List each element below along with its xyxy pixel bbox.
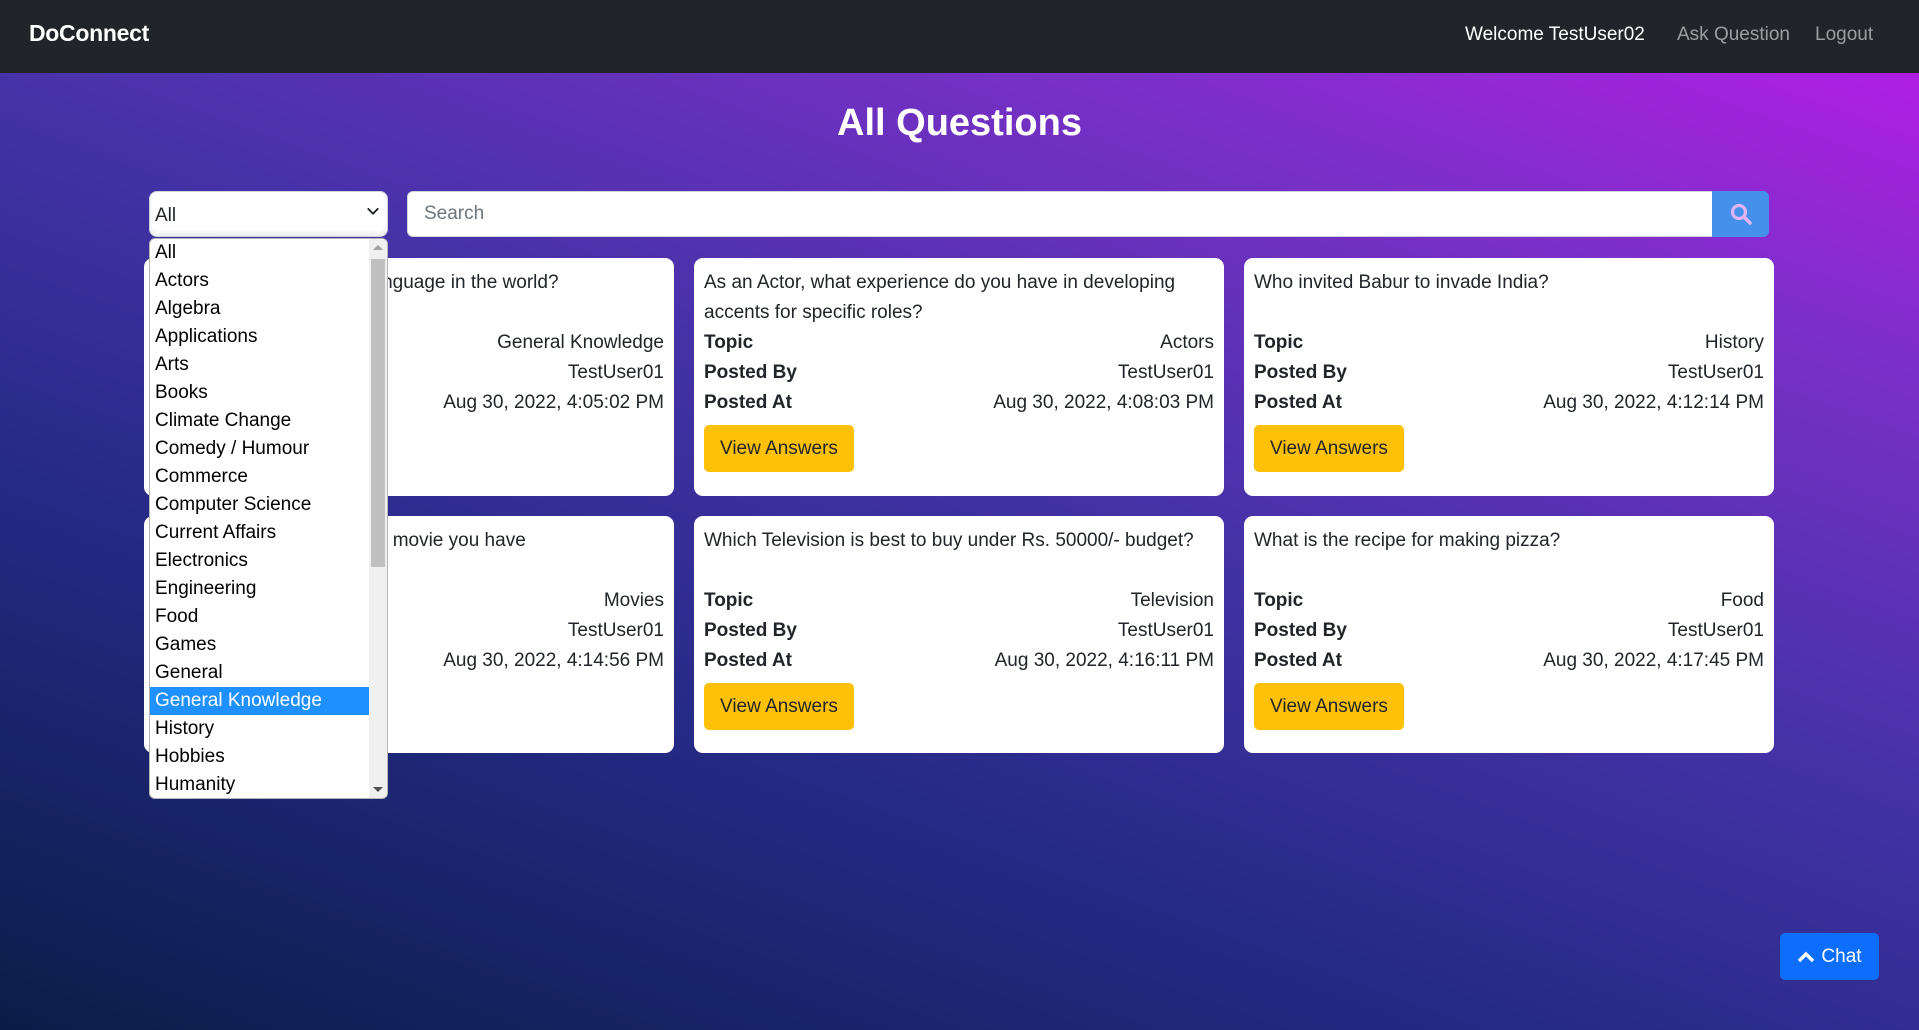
question-text: Who invited Babur to invade India? bbox=[1254, 272, 1549, 293]
view-answers-button[interactable]: View Answers bbox=[704, 425, 854, 472]
dropdown-option[interactable]: Climate Change bbox=[150, 407, 369, 435]
view-answers-button[interactable]: View Answers bbox=[1254, 683, 1404, 730]
dropdown-option[interactable]: Humanity bbox=[150, 771, 369, 798]
posted-by-label: Posted By bbox=[704, 620, 797, 641]
question-card: Who invited Babur to invade India? Topic… bbox=[1244, 258, 1774, 496]
dropdown-option[interactable]: Commerce bbox=[150, 463, 369, 491]
question-card: What is the recipe for making pizza? Top… bbox=[1244, 516, 1774, 753]
chat-button[interactable]: Chat bbox=[1780, 933, 1879, 980]
scroll-up-arrow-icon[interactable] bbox=[373, 245, 383, 250]
posted-at-row: Posted At Aug 30, 2022, 4:17:45 PM bbox=[1254, 646, 1764, 676]
topic-value: Movies bbox=[603, 590, 664, 611]
posted-at-label: Posted At bbox=[1254, 650, 1342, 671]
posted-by-row: Posted By TestUser01 bbox=[704, 616, 1214, 646]
dropdown-option[interactable]: Food bbox=[150, 603, 369, 631]
topic-dropdown-list[interactable]: All Actors Algebra Applications Arts Books Cli… bbox=[149, 238, 388, 799]
chevron-up-icon bbox=[1798, 951, 1815, 962]
posted-by-row: Posted By TestUser01 bbox=[1254, 358, 1764, 388]
posted-at-value: Aug 30, 2022, 4:08:03 PM bbox=[993, 392, 1214, 413]
search-input[interactable] bbox=[407, 191, 1713, 237]
view-answers-button[interactable]: View Answers bbox=[1254, 425, 1404, 472]
dropdown-option[interactable]: Algebra bbox=[150, 295, 369, 323]
topic-value: Television bbox=[1130, 590, 1214, 611]
dropdown-option[interactable]: Computer Science bbox=[150, 491, 369, 519]
posted-at-value: Aug 30, 2022, 4:05:02 PM bbox=[443, 392, 664, 413]
search-icon bbox=[1730, 203, 1752, 225]
view-answers-button[interactable]: View Answers bbox=[704, 683, 854, 730]
chat-label: Chat bbox=[1821, 945, 1862, 967]
posted-at-row: Posted At Aug 30, 2022, 4:08:03 PM bbox=[704, 388, 1214, 418]
logout-link[interactable]: Logout bbox=[1815, 24, 1873, 46]
dropdown-option[interactable]: Games bbox=[150, 631, 369, 659]
topic-row: Topic Food bbox=[1254, 586, 1764, 616]
dropdown-option[interactable]: All bbox=[150, 239, 369, 267]
dropdown-scrollbar[interactable] bbox=[369, 239, 387, 798]
posted-by-value: TestUser01 bbox=[567, 362, 664, 383]
topic-filter-select[interactable]: All bbox=[149, 191, 388, 237]
question-text: What is the recipe for making pizza? bbox=[1254, 530, 1561, 551]
scrollbar-thumb[interactable] bbox=[371, 259, 385, 567]
topic-label: Topic bbox=[1254, 332, 1304, 353]
topic-row: Topic Actors bbox=[704, 328, 1214, 358]
question-text: As an Actor, what experience do you have… bbox=[704, 272, 1176, 323]
page-title: All Questions bbox=[837, 102, 1082, 144]
topic-row: Topic Television bbox=[704, 586, 1214, 616]
dropdown-option[interactable]: Comedy / Humour bbox=[150, 435, 369, 463]
dropdown-options: All Actors Algebra Applications Arts Books Cli… bbox=[150, 239, 387, 798]
posted-by-row: Posted By TestUser01 bbox=[1254, 616, 1764, 646]
dropdown-option[interactable]: Books bbox=[150, 379, 369, 407]
posted-at-value: Aug 30, 2022, 4:17:45 PM bbox=[1543, 650, 1764, 671]
topic-label: Topic bbox=[1254, 590, 1304, 611]
topic-value: History bbox=[1704, 332, 1764, 353]
posted-by-value: TestUser01 bbox=[1117, 362, 1214, 383]
posted-by-value: TestUser01 bbox=[1667, 620, 1764, 641]
welcome-text: Welcome TestUser02 bbox=[1465, 24, 1645, 45]
posted-by-value: TestUser01 bbox=[1117, 620, 1214, 641]
topic-value: Food bbox=[1720, 590, 1764, 611]
posted-at-label: Posted At bbox=[1254, 392, 1342, 413]
posted-by-label: Posted By bbox=[1254, 620, 1347, 641]
brand-logo[interactable]: DoConnect bbox=[29, 20, 149, 47]
chevron-down-icon bbox=[367, 207, 379, 215]
navbar: DoConnect Welcome TestUser02 Ask Questio… bbox=[0, 0, 1919, 73]
dropdown-option[interactable]: Engineering bbox=[150, 575, 369, 603]
dropdown-option[interactable]: Applications bbox=[150, 323, 369, 351]
posted-by-label: Posted By bbox=[704, 362, 797, 383]
ask-question-link[interactable]: Ask Question bbox=[1677, 24, 1790, 46]
topic-value: General Knowledge bbox=[497, 332, 664, 353]
scroll-down-arrow-icon[interactable] bbox=[373, 787, 383, 792]
dropdown-option[interactable]: General Knowledge bbox=[150, 687, 369, 715]
question-card: As an Actor, what experience do you have… bbox=[694, 258, 1224, 496]
posted-at-label: Posted At bbox=[704, 392, 792, 413]
posted-at-value: Aug 30, 2022, 4:16:11 PM bbox=[994, 650, 1214, 671]
posted-by-label: Posted By bbox=[1254, 362, 1347, 383]
posted-by-row: Posted By TestUser01 bbox=[704, 358, 1214, 388]
topic-label: Topic bbox=[704, 332, 754, 353]
dropdown-option[interactable]: Current Affairs bbox=[150, 519, 369, 547]
question-text: Which Television is best to buy under Rs… bbox=[704, 530, 1194, 551]
topic-label: Topic bbox=[704, 590, 754, 611]
dropdown-option[interactable]: History bbox=[150, 715, 369, 743]
dropdown-option[interactable]: Arts bbox=[150, 351, 369, 379]
posted-by-value: TestUser01 bbox=[567, 620, 664, 641]
topic-filter-value: All bbox=[155, 205, 177, 226]
dropdown-option[interactable]: Electronics bbox=[150, 547, 369, 575]
dropdown-option[interactable]: Hobbies bbox=[150, 743, 369, 771]
posted-at-value: Aug 30, 2022, 4:14:56 PM bbox=[443, 650, 664, 671]
posted-at-row: Posted At Aug 30, 2022, 4:12:14 PM bbox=[1254, 388, 1764, 418]
dropdown-option[interactable]: Actors bbox=[150, 267, 369, 295]
dropdown-option[interactable]: General bbox=[150, 659, 369, 687]
question-card: Which Television is best to buy under Rs… bbox=[694, 516, 1224, 753]
posted-at-value: Aug 30, 2022, 4:12:14 PM bbox=[1543, 392, 1764, 413]
posted-at-row: Posted At Aug 30, 2022, 4:16:11 PM bbox=[704, 646, 1214, 676]
search-button[interactable] bbox=[1712, 191, 1769, 237]
posted-by-value: TestUser01 bbox=[1667, 362, 1764, 383]
posted-at-label: Posted At bbox=[704, 650, 792, 671]
topic-row: Topic History bbox=[1254, 328, 1764, 358]
topic-value: Actors bbox=[1160, 332, 1214, 353]
